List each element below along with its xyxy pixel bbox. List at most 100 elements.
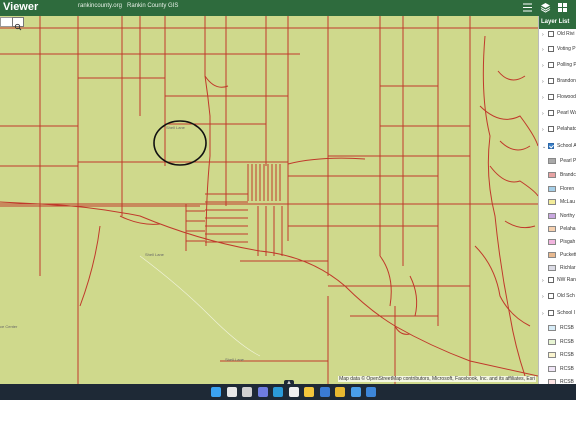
chevron-right-icon[interactable]: › [542,95,544,101]
place-label: ce Center [0,324,18,329]
legend-label: RCSB [560,352,574,358]
legend-item: Richlar [539,262,576,276]
legend-label: RCSB [560,325,574,331]
chevron-right-icon[interactable]: › [542,32,544,38]
layer-label: School A [557,143,576,149]
legend-label: Puckett [560,252,576,258]
legend-label: RCSB [560,339,574,345]
legend-swatch [548,352,556,358]
layer-checkbox[interactable] [548,143,554,149]
chevron-right-icon[interactable]: › [542,294,544,300]
layer-label: Polling P [557,62,576,68]
rankin-gis-link[interactable]: Rankin County GIS [127,3,178,9]
chevron-right-icon[interactable]: › [542,127,544,133]
chevron-right-icon[interactable]: › [542,111,544,117]
search-icon [14,23,22,31]
windows-start-icon[interactable] [211,387,221,397]
legend-item: Pisgah [539,236,576,250]
legend-item: Floren [539,183,576,197]
file-explorer-icon[interactable] [304,387,314,397]
basemap-gallery-icon[interactable] [557,2,568,13]
legend-label: McLau [560,199,576,205]
layer-checkbox[interactable] [548,293,554,299]
legend-swatch [548,172,556,178]
settings-icon[interactable] [350,387,361,397]
layer-checkbox[interactable] [548,62,554,68]
taskbar: ▲ [0,380,576,400]
layer-item[interactable]: › Voting P [539,44,576,56]
chevron-right-icon[interactable]: › [542,47,544,53]
app-header: Viewer rankincounty.org Rankin County GI… [0,0,576,16]
legend-swatch [548,186,556,192]
layer-checkbox[interactable] [548,277,554,283]
layer-label: Old Rivi [557,31,575,37]
legend-swatch [548,252,556,258]
list-icon[interactable] [522,2,533,13]
layer-checkbox[interactable] [548,310,554,316]
chevron-right-icon[interactable]: › [542,311,544,317]
road-label-2: Shell Lane [145,252,165,257]
map-search-input[interactable] [0,17,12,27]
layers-icon[interactable] [540,2,551,13]
chevron-down-icon[interactable]: ⌄ [542,144,546,150]
legend-item: RCSB [539,349,576,363]
legend-item: Pearl P [539,155,576,169]
layer-item[interactable]: › School I [539,308,576,320]
store-icon[interactable] [319,387,330,397]
legend-item: Puckett [539,249,576,263]
task-view-icon[interactable] [242,387,252,397]
layer-label: Pelahatc [557,126,576,132]
legend-swatch [548,265,556,271]
app-icon[interactable] [366,387,376,397]
layer-item[interactable]: › Pelahatc [539,124,576,136]
legend-label: Brandc [560,172,576,178]
legend-item: Northy [539,210,576,224]
map-attribution: Map data © OpenStreetMap contributors, M… [338,376,536,382]
legend-label: RCSB [560,366,574,372]
layer-item[interactable]: › Pearl Wa [539,108,576,120]
layer-checkbox[interactable] [548,31,554,37]
legend-label: Floren [560,186,575,192]
layer-item[interactable]: ⌄ School A [539,141,576,153]
legend-swatch [548,213,556,219]
parcel-layer: Shell Lane Shell Lane Shell Lane ce Cent… [0,16,538,384]
road-label-1: Shell Lane [166,125,186,130]
legend-item: Brandc [539,169,576,183]
chevron-right-icon[interactable]: › [542,278,544,284]
photos-icon[interactable] [288,387,299,397]
layer-checkbox[interactable] [548,46,554,52]
layer-item[interactable]: › Old Sch [539,291,576,303]
layer-checkbox[interactable] [548,110,554,116]
layer-checkbox[interactable] [548,126,554,132]
legend-item: Pelaha [539,223,576,237]
chrome-icon[interactable] [335,387,345,397]
legend-item: RCSB [539,363,576,377]
edge-icon[interactable] [273,387,283,397]
legend-swatch [548,366,556,372]
layer-item[interactable]: › Flowood [539,92,576,104]
rankincounty-link[interactable]: rankincounty.org [78,3,122,9]
map-search-button[interactable] [12,17,24,31]
map-view[interactable]: Shell Lane Shell Lane Shell Lane ce Cent… [0,16,538,384]
legend-swatch [548,199,556,205]
search-icon[interactable] [226,387,237,397]
chevron-right-icon[interactable]: › [542,79,544,85]
legend-swatch [548,226,556,232]
layer-item[interactable]: › Polling P [539,60,576,72]
legend-label: Pelaha [560,226,576,232]
layer-label: Brandon [557,78,576,84]
legend-label: Pearl P [560,158,576,164]
taskbar-expand-chevron[interactable]: ▲ [284,380,294,387]
layer-checkbox[interactable] [548,94,554,100]
layer-item[interactable]: › NW Ran [539,275,576,287]
layer-label: Voting P [557,46,576,52]
road-label-3: Shell Lane [225,357,245,362]
layer-checkbox[interactable] [548,78,554,84]
legend-swatch [548,158,556,164]
layer-item[interactable]: › Old Rivi [539,29,576,41]
legend-swatch [548,325,556,331]
chevron-right-icon[interactable]: › [542,63,544,69]
layer-label: School I [557,310,576,316]
layer-item[interactable]: › Brandon [539,76,576,88]
chat-icon[interactable] [257,387,268,397]
